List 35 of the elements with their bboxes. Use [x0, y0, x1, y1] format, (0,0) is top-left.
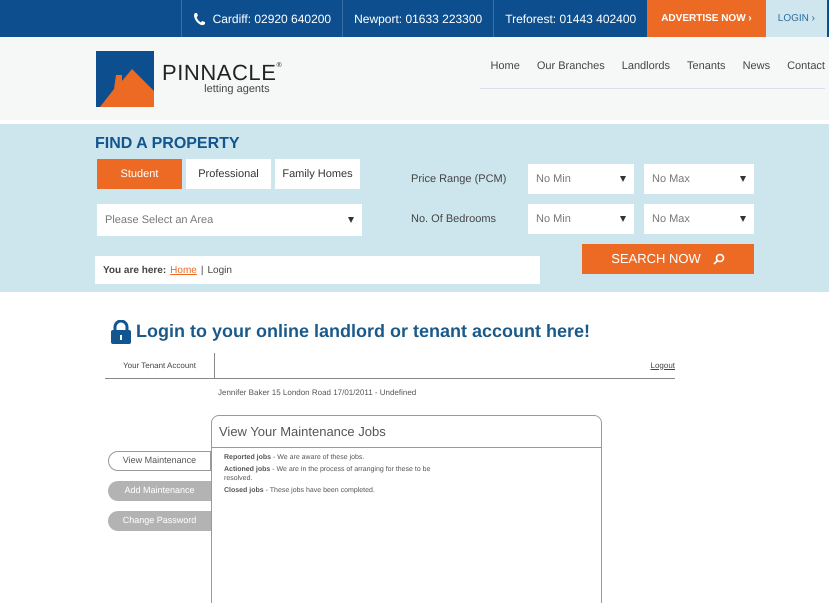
breadcrumb: You are here: Home | Login [95, 256, 540, 284]
phone-icon [192, 12, 205, 26]
caret-icon [620, 176, 626, 182]
logo-icon [96, 50, 154, 106]
search-icon [712, 253, 725, 265]
nav-link[interactable]: Tenants [687, 58, 726, 74]
category-tab[interactable]: Professional [186, 159, 271, 189]
logo-name: PINNACLE [162, 62, 276, 84]
tenant-info: Jennifer Baker 15 London Road 17/01/2011 - Undefined [218, 387, 418, 399]
max-select[interactable]: No Max [644, 164, 754, 194]
caret-icon [348, 217, 354, 223]
section-title: FIND A PROPERTY [95, 134, 241, 154]
panel-title: View Your Maintenance Jobs [212, 416, 601, 448]
filter-label: Price Range (PCM) [410, 172, 508, 187]
category-tab[interactable]: Family Homes [275, 159, 360, 189]
caret-icon [740, 216, 746, 222]
nav-link[interactable]: News [742, 58, 770, 74]
nav-link[interactable]: Landlords [622, 58, 670, 74]
area-select[interactable]: Please Select an Area [97, 204, 362, 236]
side-button[interactable]: View Maintenance [108, 451, 211, 471]
min-select[interactable]: No Min [528, 164, 634, 194]
login-button[interactable]: LOGIN › [766, 0, 827, 37]
nav-link[interactable]: Contact [787, 58, 825, 74]
lock-icon [109, 320, 133, 344]
logout-link[interactable]: Logout [650, 360, 675, 372]
logo-tagline: letting agents [204, 84, 270, 95]
nav-link[interactable]: Home [490, 58, 520, 74]
caret-icon [740, 176, 746, 182]
max-select[interactable]: No Max [644, 204, 754, 234]
filter-label: No. Of Bedrooms [410, 212, 497, 227]
nav-link[interactable]: Our Branches [536, 58, 605, 74]
account-tab[interactable]: Your Tenant Account [105, 353, 215, 378]
caret-icon [620, 216, 626, 222]
page-heading: Login to your online landlord or tenant account here! [136, 320, 590, 343]
min-select[interactable]: No Min [528, 204, 634, 234]
